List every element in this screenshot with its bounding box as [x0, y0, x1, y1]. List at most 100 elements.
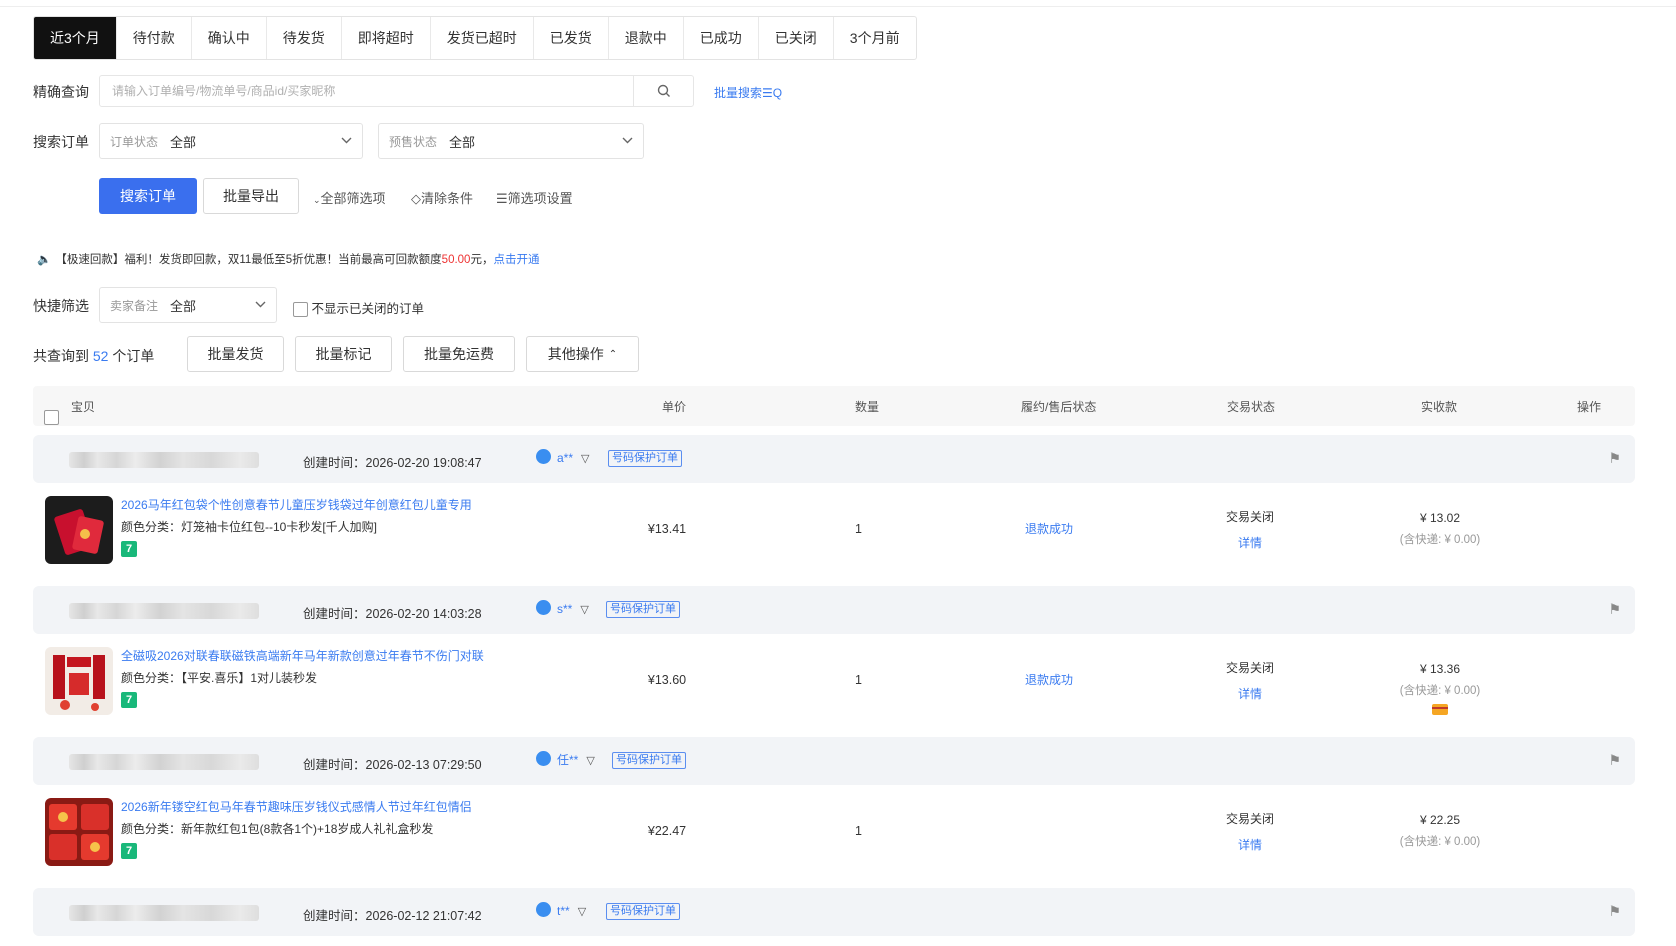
chevron-up-icon: ⌃ [608, 348, 618, 360]
summary-suffix: 个订单 [108, 348, 155, 364]
presale-status-label: 预售状态 [389, 134, 438, 149]
tab-to-ship[interactable]: 待发货 [267, 17, 342, 59]
order-count: 52 [92, 348, 109, 364]
tab-confirming[interactable]: 确认中 [192, 17, 267, 59]
tab-closed[interactable]: 已关闭 [759, 17, 834, 59]
quantity: 1 [855, 824, 862, 838]
hide-closed-orders-option[interactable]: 不显示已关闭的订单 [293, 298, 424, 318]
clear-conditions-button[interactable]: ◇清除条件 [411, 188, 473, 207]
wangwang-chat-icon[interactable] [536, 751, 551, 766]
other-actions-button[interactable]: 其他操作 ⌃ [526, 336, 639, 372]
order-table-header: 宝贝 单价 数量 履约/售后状态 交易状态 实收款 操作 [33, 386, 1635, 426]
product-title-link[interactable]: 2026新年镂空红包马年春节趣味压岁钱仪式感情人节过年红包情侣 [121, 798, 472, 815]
order-item-row: 2026马年红包袋个性创意春节儿童压岁钱袋过年创意红包儿童专用 颜色分类：灯笼袖… [33, 488, 1635, 578]
all-filters-toggle[interactable]: ⌄全部筛选项 [313, 188, 386, 207]
quantity: 1 [855, 522, 862, 536]
product-title-link[interactable]: 全磁吸2026对联春联磁铁高端新年马年新款创意过年春节不伤门对联 [121, 647, 484, 664]
filter-settings-button[interactable]: ☰筛选项设置 [496, 188, 573, 207]
order-created-time: 创建时间：2026-02-20 14:03:28 [303, 607, 482, 621]
flag-icon[interactable]: ⚑ [1608, 903, 1621, 920]
wangwang-chat-icon[interactable] [536, 449, 551, 464]
quick-filter-label: 快捷筛选 [33, 298, 89, 314]
order-status-value: 全部 [170, 134, 197, 150]
precise-search-input[interactable] [100, 76, 633, 106]
seven-day-return-badge: 7 [121, 843, 137, 859]
wangwang-chat-icon[interactable] [536, 902, 551, 917]
filter-icon[interactable]: ▽ [586, 755, 594, 767]
paid-amount: ¥ 13.02 [1419, 511, 1461, 525]
col-item: 宝贝 [71, 400, 96, 414]
shipping-fee: (含快递: ¥ 0.00) [1399, 534, 1481, 546]
order-header: 创建时间：2026-02-12 21:07:42 t** ▽ 号码保护订单 ⚑ [33, 888, 1635, 936]
batch-mark-button[interactable]: 批量标记 [295, 336, 392, 372]
order-item-row: 2026新年镂空红包马年春节趣味压岁钱仪式感情人节过年红包情侣 颜色分类：新年款… [33, 790, 1635, 880]
wangwang-chat-icon[interactable] [536, 600, 551, 615]
refund-status-link[interactable]: 退款成功 [1025, 671, 1073, 688]
refund-status-link[interactable]: 退款成功 [1025, 520, 1073, 537]
notice-open-link[interactable]: 点击开通 [493, 254, 539, 266]
tab-shipped[interactable]: 已发货 [534, 17, 609, 59]
number-protection-badge: 号码保护订单 [606, 903, 680, 920]
product-sku: 颜色分类：灯笼袖卡位红包--10卡秒发[千人加购] [121, 520, 378, 534]
buyer-name: t** [557, 904, 570, 918]
buyer-nickname[interactable]: 任** ▽ [536, 751, 595, 768]
col-quantity: 数量 [855, 400, 880, 414]
batch-export-button[interactable]: 批量导出 [203, 178, 299, 214]
presale-status-value: 全部 [449, 134, 476, 150]
order-status-label: 订单状态 [110, 134, 159, 149]
quantity: 1 [855, 673, 862, 687]
product-sku: 颜色分类：新年款红包1包(8款各1个)+18岁成人礼礼盒秒发 [121, 822, 434, 836]
number-protection-badge: 号码保护订单 [612, 752, 686, 769]
select-all-checkbox[interactable] [44, 410, 59, 425]
batch-free-shipping-button[interactable]: 批量免运费 [403, 336, 515, 372]
fast-payment-notice: 🔈 【极速回款】福利！发货即回款，双11最低至5折优惠！当前最高可回款额度50.0… [37, 251, 539, 267]
order-detail-link[interactable]: 详情 [1210, 836, 1290, 853]
tab-pending-payment[interactable]: 待付款 [117, 17, 192, 59]
batch-ship-button[interactable]: 批量发货 [187, 336, 284, 372]
product-title-link[interactable]: 2026马年红包袋个性创意春节儿童压岁钱袋过年创意红包儿童专用 [121, 496, 472, 513]
col-paid-amount: 实收款 [1421, 400, 1458, 414]
batch-search-link[interactable]: 批量搜索☰Q [714, 84, 782, 101]
tab-about-to-timeout[interactable]: 即将超时 [342, 17, 431, 59]
buyer-nickname[interactable]: t** ▽ [536, 902, 586, 918]
order-detail-link[interactable]: 详情 [1210, 685, 1290, 702]
seller-note-value: 全部 [170, 298, 197, 314]
order-detail-link[interactable]: 详情 [1210, 534, 1290, 551]
tab-ship-timeout[interactable]: 发货已超时 [431, 17, 534, 59]
redacted-order-number [69, 452, 259, 468]
tab-refunding[interactable]: 退款中 [609, 17, 684, 59]
product-thumbnail[interactable] [45, 496, 113, 564]
eraser-icon: ◇ [411, 191, 421, 206]
tab-success[interactable]: 已成功 [684, 17, 759, 59]
search-icon[interactable] [633, 76, 693, 106]
order-header: 创建时间：2026-02-20 14:03:28 s** ▽ 号码保护订单 ⚑ [33, 586, 1635, 634]
presale-status-select[interactable]: 预售状态 全部 [378, 123, 644, 159]
chevron-down-icon [255, 299, 266, 311]
product-thumbnail[interactable] [45, 647, 113, 715]
chevron-down-icon [622, 135, 633, 147]
flag-icon[interactable]: ⚑ [1608, 450, 1621, 467]
buyer-nickname[interactable]: a** ▽ [536, 449, 589, 465]
filter-icon[interactable]: ▽ [580, 604, 588, 616]
tab-recent-3-months[interactable]: 近3个月 [34, 17, 117, 59]
flag-icon[interactable]: ⚑ [1608, 601, 1621, 618]
speaker-icon: 🔈 [37, 254, 52, 266]
precise-search-label: 精确查询 [33, 84, 89, 100]
redacted-order-number [69, 603, 259, 619]
seller-note-select[interactable]: 卖家备注 全部 [99, 287, 277, 323]
notice-text: 【极速回款】福利！发货即回款，双11最低至5折优惠！当前最高可回款额度 [55, 254, 442, 266]
list-icon: ☰ [496, 191, 508, 206]
buyer-name: 任** [557, 753, 579, 767]
filter-icon[interactable]: ▽ [581, 453, 589, 465]
order-header: 创建时间：2026-02-20 19:08:47 a** ▽ 号码保护订单 ⚑ [33, 435, 1635, 483]
tab-older-than-3-months[interactable]: 3个月前 [834, 17, 916, 59]
buyer-nickname[interactable]: s** ▽ [536, 600, 589, 616]
filter-icon[interactable]: ▽ [578, 906, 586, 918]
product-thumbnail[interactable] [45, 798, 113, 866]
order-status-select[interactable]: 订单状态 全部 [99, 123, 363, 159]
hide-closed-checkbox[interactable] [293, 302, 308, 318]
unit-price: ¥13.41 [647, 522, 687, 536]
number-protection-badge: 号码保护订单 [606, 601, 680, 618]
flag-icon[interactable]: ⚑ [1608, 752, 1621, 769]
search-orders-button[interactable]: 搜索订单 [99, 178, 197, 214]
